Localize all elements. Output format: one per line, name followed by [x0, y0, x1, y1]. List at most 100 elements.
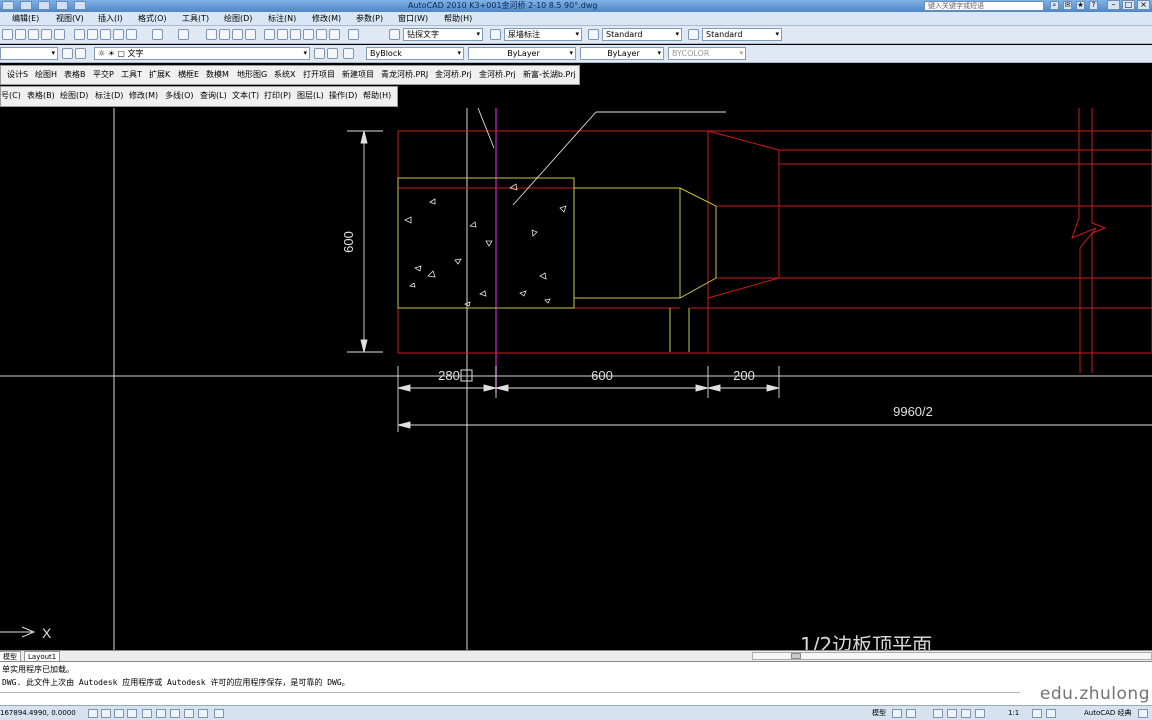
layout-icon[interactable] [892, 709, 902, 718]
menu-modify[interactable]: 修改(M) [312, 12, 341, 26]
text-style-dropdown[interactable]: 钻探文字 ▾ [403, 28, 483, 41]
linetype-dropdown[interactable]: ByLayer ▾ [468, 47, 576, 60]
color-dropdown[interactable]: ByBlock ▾ [366, 47, 464, 60]
custom-menu-item[interactable]: 帮助(H) [363, 87, 391, 105]
custom-menu-item[interactable]: 查询(L) [200, 87, 227, 105]
drawing-canvas[interactable]: 600 280 600 200 9960/2 X 1/2边板顶平面 [0, 108, 1152, 650]
plot-style-dropdown[interactable]: BYCOLOR ▾ [668, 47, 746, 60]
horizontal-scrollbar[interactable] [752, 652, 1152, 660]
custom-menu-item[interactable]: 工具T [121, 66, 142, 84]
custom-menu-item[interactable]: 号(C) [1, 87, 21, 105]
layer-dropdown[interactable]: ☼ ☀ ▢ 文字 ▾ [94, 47, 310, 60]
search-icon[interactable]: ⌕ [1050, 1, 1059, 10]
custom-menu-item[interactable]: 横框E [178, 66, 199, 84]
maximize-button[interactable]: □ [1122, 0, 1135, 10]
custom-menu-item[interactable]: 青龙河桥.PRJ [381, 66, 428, 84]
layer-previous-icon[interactable] [75, 48, 86, 59]
custom-menu-item[interactable]: 表格B [64, 66, 86, 84]
properties-icon[interactable] [264, 29, 275, 40]
clean-screen-icon[interactable] [1138, 709, 1148, 718]
markup-icon[interactable] [316, 29, 327, 40]
custom-menu-item[interactable]: 新建项目 [342, 66, 374, 84]
block-editor-icon[interactable] [126, 29, 137, 40]
table-style-dropdown[interactable]: Standard ▾ [602, 28, 682, 41]
annotation-visibility-icon[interactable] [1032, 709, 1042, 718]
custom-menu-item[interactable]: 表格(B) [27, 87, 55, 105]
menu-tools[interactable]: 工具(T) [182, 12, 209, 26]
quick-properties-icon[interactable] [214, 709, 224, 718]
pan-icon[interactable] [206, 29, 217, 40]
model-label[interactable]: 模型 [872, 706, 886, 720]
print-icon[interactable] [74, 1, 86, 10]
menu-edit[interactable]: 编辑(E) [12, 12, 39, 26]
custom-menu-item[interactable]: 图层(L) [297, 87, 324, 105]
ducs-icon[interactable] [170, 709, 180, 718]
dyn-icon[interactable] [184, 709, 194, 718]
menu-view[interactable]: 视图(V) [56, 12, 84, 26]
annotation-scale[interactable]: 1:1 [1008, 706, 1019, 720]
communication-center-icon[interactable]: ✉ [1063, 1, 1072, 10]
pan-status-icon[interactable] [933, 709, 943, 718]
workspace-switch[interactable]: AutoCAD 经典 [1084, 706, 1132, 720]
cut-icon[interactable] [74, 29, 85, 40]
custom-menu-item[interactable]: 修改(M) [129, 87, 158, 105]
favorites-icon[interactable]: ★ [1076, 1, 1085, 10]
menu-format[interactable]: 格式(O) [138, 12, 167, 26]
dim-style-icon[interactable] [490, 29, 501, 40]
custom-menu-item[interactable]: 多线(O) [165, 87, 194, 105]
menu-dimension[interactable]: 标注(N) [268, 12, 296, 26]
menu-insert[interactable]: 插入(I) [98, 12, 123, 26]
open-file-icon[interactable] [15, 29, 26, 40]
custom-menu-item[interactable]: 金河桥.Prj [479, 66, 516, 84]
otrack-icon[interactable] [156, 709, 166, 718]
auto-scale-icon[interactable] [1046, 709, 1056, 718]
lineweight-icon[interactable] [198, 709, 208, 718]
custom-menu-item[interactable]: 绘图(D) [60, 87, 88, 105]
sheet-set-icon[interactable] [303, 29, 314, 40]
multileader-style-icon[interactable] [688, 29, 699, 40]
quick-view-icon[interactable] [906, 709, 916, 718]
minimize-button[interactable]: – [1107, 0, 1120, 10]
design-center-icon[interactable] [277, 29, 288, 40]
table-style-icon[interactable] [588, 29, 599, 40]
undo-tool-icon[interactable] [152, 29, 163, 40]
text-style-icon[interactable] [389, 29, 400, 40]
custom-menu-item[interactable]: 打开项目 [303, 66, 335, 84]
osnap-icon[interactable] [142, 709, 152, 718]
custom-menu-item[interactable]: 平交P [93, 66, 114, 84]
zoom-realtime-icon[interactable] [219, 29, 230, 40]
steering-wheel-icon[interactable] [961, 709, 971, 718]
make-current-icon[interactable] [314, 48, 325, 59]
scrollbar-thumb[interactable] [791, 653, 801, 659]
menu-window[interactable]: 窗口(W) [398, 12, 428, 26]
snap-icon[interactable] [88, 709, 98, 718]
help-icon[interactable]: ? [1089, 1, 1098, 10]
plot-icon[interactable] [41, 29, 52, 40]
copy-icon[interactable] [87, 29, 98, 40]
custom-menu-item[interactable]: 绘图H [35, 66, 57, 84]
menu-parametric[interactable]: 参数(P) [356, 12, 383, 26]
layer-properties-icon[interactable] [62, 48, 73, 59]
multileader-style-dropdown[interactable]: Standard ▾ [702, 28, 782, 41]
custom-menu-item[interactable]: 数模M [206, 66, 229, 84]
paste-icon[interactable] [100, 29, 111, 40]
redo-tool-icon[interactable] [178, 29, 189, 40]
custom-menu-item[interactable]: 打印(P) [264, 87, 291, 105]
lineweight-dropdown[interactable]: ByLayer ▾ [580, 47, 664, 60]
ortho-icon[interactable] [114, 709, 124, 718]
grid-icon[interactable] [101, 709, 111, 718]
layer-isolate-icon[interactable] [343, 48, 354, 59]
open-icon[interactable] [2, 1, 14, 10]
custom-menu-item[interactable]: 新富-长湖b.Prj [523, 66, 576, 84]
undo-icon[interactable] [38, 1, 50, 10]
command-input[interactable] [0, 692, 1020, 704]
quickcalc-icon[interactable] [329, 29, 340, 40]
zoom-previous-icon[interactable] [245, 29, 256, 40]
help-search-input[interactable]: 键入关键字或短语 [924, 1, 1044, 11]
menu-draw[interactable]: 绘图(D) [224, 12, 252, 26]
save-file-icon[interactable] [28, 29, 39, 40]
dim-style-dropdown[interactable]: 尿墙标注 ▾ [504, 28, 582, 41]
showmotion-icon[interactable] [975, 709, 985, 718]
save-icon[interactable] [20, 1, 32, 10]
menu-help[interactable]: 帮助(H) [444, 12, 472, 26]
